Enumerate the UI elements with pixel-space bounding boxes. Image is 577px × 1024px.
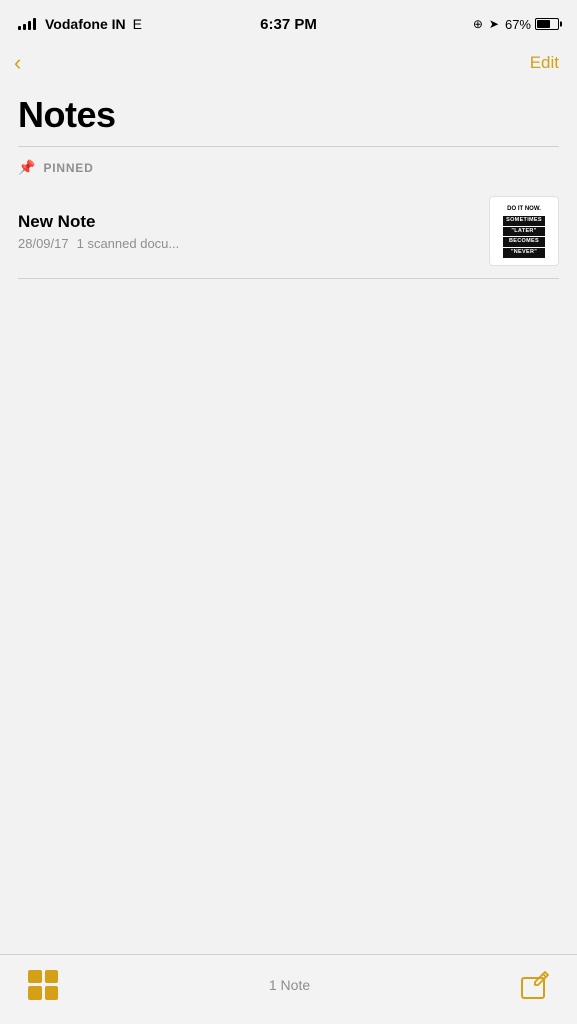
compose-button[interactable] [521,971,549,999]
pencil-icon [533,971,549,987]
note-count-label: 1 Note [269,977,310,993]
note-item[interactable]: New Note 28/09/17 1 scanned docu... DO I… [0,184,577,278]
note-title: New Note [18,212,477,232]
status-bar: Vodafone IN E 6:37 PM ⊕ ➤ 67% [0,0,577,44]
location-icon: ➤ [489,17,499,31]
grid-view-button[interactable] [28,970,58,1000]
thumbnail-text: DO IT NOW. SOMETIMES "LATER" BECOMES "NE… [499,199,549,262]
edit-button[interactable]: Edit [530,53,559,73]
pinned-label: PINNED [43,161,93,175]
note-meta: 28/09/17 1 scanned docu... [18,236,477,251]
pin-icon: 📌 [18,159,35,176]
note-date: 28/09/17 [18,236,69,251]
signal-icon [18,18,36,30]
pinned-section-header: 📌 PINNED [0,147,577,184]
status-time: 6:37 PM [260,16,317,33]
nav-bar: ‹ Edit [0,44,577,86]
sim-icon: ⊕ [473,17,483,31]
battery-icon [535,18,559,30]
status-right: ⊕ ➤ 67% [473,17,559,32]
page-title: Notes [18,94,559,136]
carrier-text: Vodafone IN [45,16,126,32]
battery-text: 67% [505,17,531,32]
battery-fill [537,20,550,28]
compose-icon [521,971,549,999]
note-content: New Note 28/09/17 1 scanned docu... [18,212,477,251]
content-area [0,279,577,829]
battery-container: 67% [505,17,559,32]
status-left: Vodafone IN E [18,16,142,32]
note-preview: 1 scanned docu... [77,236,180,251]
page-title-section: Notes [0,86,577,146]
network-text: E [133,16,142,32]
grid-icon [28,970,58,1000]
tab-bar: 1 Note [0,954,577,1024]
back-button[interactable]: ‹ [14,50,21,76]
note-thumbnail: DO IT NOW. SOMETIMES "LATER" BECOMES "NE… [489,196,559,266]
